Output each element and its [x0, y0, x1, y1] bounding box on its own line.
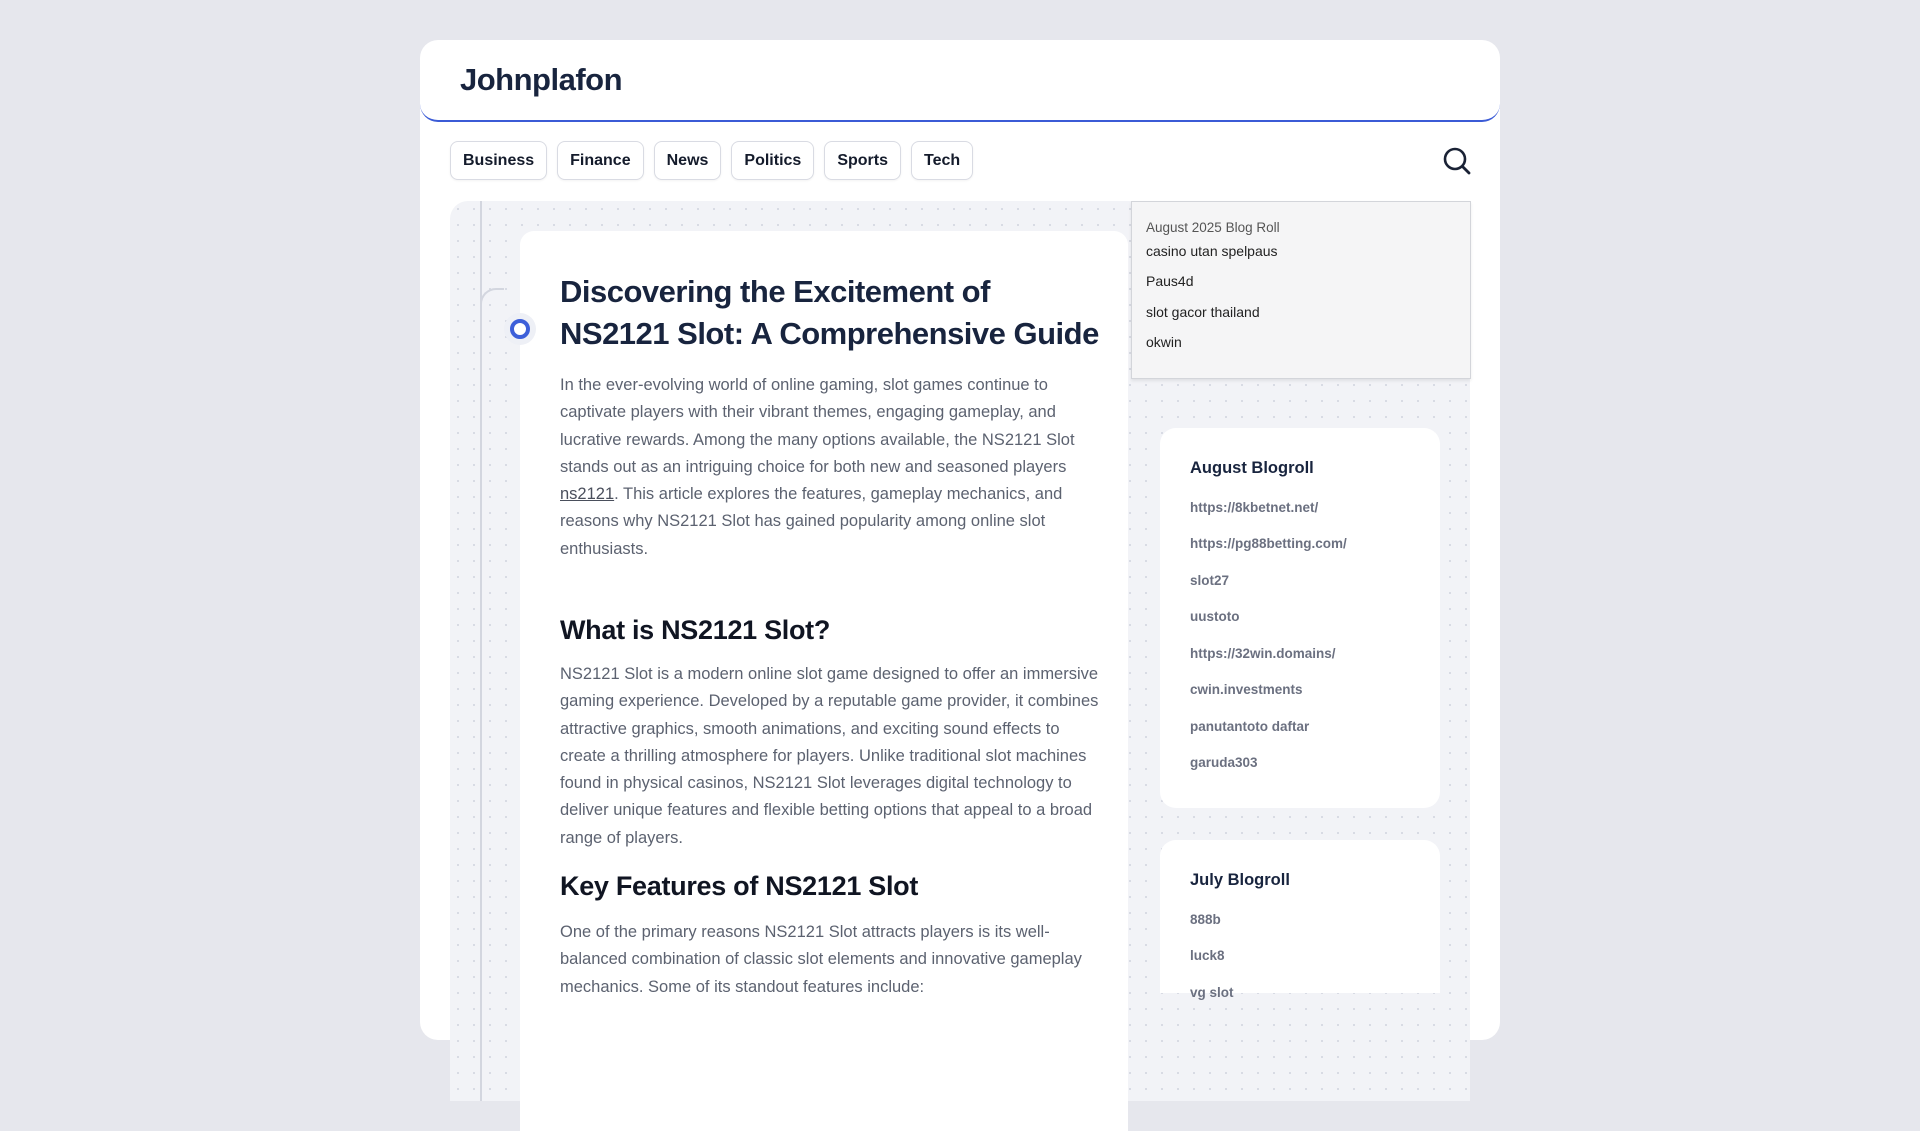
article-card: Discovering the Excitement of NS2121 Slo…	[520, 231, 1128, 1131]
nav-item-finance[interactable]: Finance	[557, 141, 644, 180]
august-blogroll-link[interactable]: slot27	[1190, 573, 1229, 588]
intro-text-end: . This article explores the features, ga…	[560, 485, 1063, 558]
blogroll-caption: August 2025 Blog Roll	[1146, 220, 1280, 235]
august-blogroll-link[interactable]: https://pg88betting.com/	[1190, 536, 1347, 551]
category-nav: Business Finance News Politics Sports Te…	[450, 141, 974, 180]
site-title[interactable]: Johnplafon	[460, 62, 623, 98]
nav-item-business[interactable]: Business	[450, 141, 548, 180]
section-heading-what-is: What is NS2121 Slot?	[560, 615, 831, 645]
blogroll-link[interactable]: casino utan spelpaus	[1146, 243, 1278, 259]
article-title[interactable]: Discovering the Excitement of NS2121 Slo…	[560, 271, 1100, 355]
search-icon[interactable]	[1440, 144, 1474, 178]
intro-link[interactable]: ns2121	[560, 485, 614, 503]
blogroll-link[interactable]: slot gacor thailand	[1146, 304, 1260, 320]
august-blogroll-link[interactable]: panutantoto daftar	[1190, 719, 1309, 734]
july-blogroll-card: July Blogroll 888b luck8 vg slot	[1160, 840, 1440, 1000]
august-blogroll-link[interactable]: cwin.investments	[1190, 682, 1303, 697]
august-blogroll-link[interactable]: uustoto	[1190, 609, 1240, 624]
august-blogroll-link[interactable]: https://32win.domains/	[1190, 646, 1336, 661]
nav-item-politics[interactable]: Politics	[731, 141, 815, 180]
blogroll-link[interactable]: okwin	[1146, 334, 1182, 350]
blogroll-link[interactable]: Paus4d	[1146, 273, 1193, 289]
article-paragraph-3: One of the primary reasons NS2121 Slot a…	[560, 923, 1082, 996]
august-blogroll-title: August Blogroll	[1190, 459, 1314, 477]
blogroll-box: August 2025 Blog Roll casino utan spelpa…	[1131, 201, 1471, 379]
nav-item-sports[interactable]: Sports	[824, 141, 901, 180]
august-blogroll-card: August Blogroll https://8kbetnet.net/ ht…	[1160, 428, 1440, 808]
nav-item-news[interactable]: News	[653, 141, 722, 180]
july-blogroll-link[interactable]: luck8	[1190, 948, 1225, 963]
intro-text-start: In the ever-evolving world of online gam…	[560, 376, 1075, 476]
august-blogroll-link[interactable]: garuda303	[1190, 755, 1258, 770]
nav-item-tech[interactable]: Tech	[910, 141, 974, 180]
july-blogroll-title: July Blogroll	[1190, 871, 1290, 889]
article-intro: In the ever-evolving world of online gam…	[560, 372, 1100, 563]
site-header: Johnplafon	[420, 40, 1500, 122]
august-blogroll-link[interactable]: https://8kbetnet.net/	[1190, 500, 1318, 515]
article-paragraph-2: NS2121 Slot is a modern online slot game…	[560, 665, 1099, 847]
july-blogroll-link[interactable]: 888b	[1190, 912, 1221, 927]
timeline-connector	[480, 288, 504, 312]
section-heading-key-features: Key Features of NS2121 Slot	[560, 871, 919, 901]
timeline-dot	[510, 319, 530, 339]
timeline-line	[480, 201, 482, 1101]
